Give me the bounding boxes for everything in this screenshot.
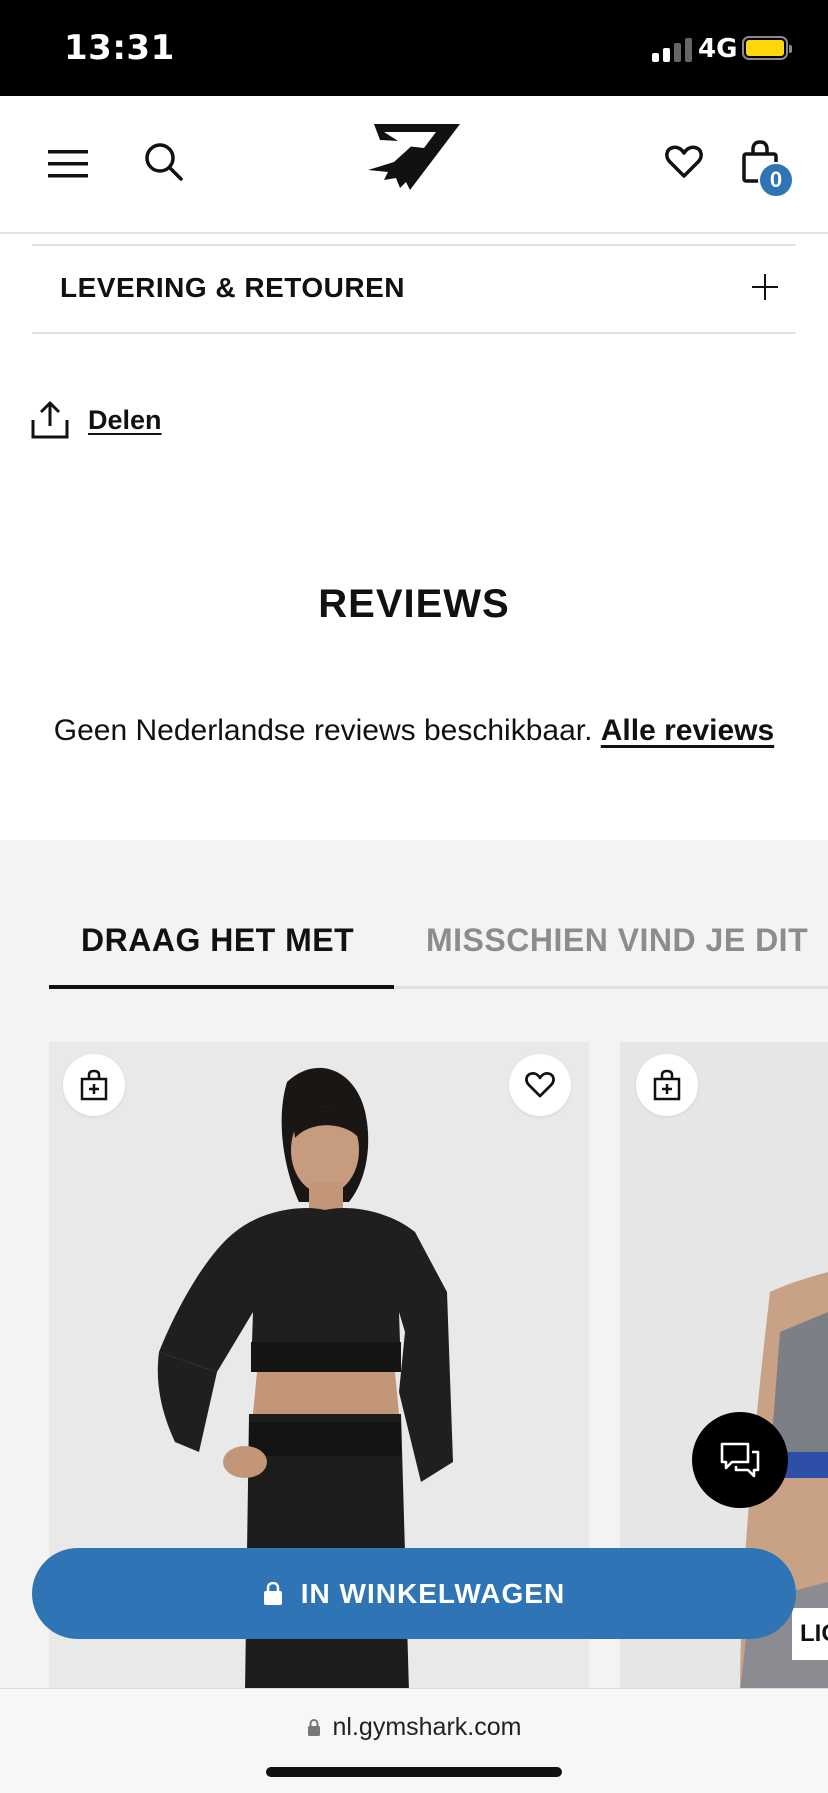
- browser-url-bar[interactable]: nl.gymshark.com: [0, 1688, 828, 1793]
- lock-icon: [263, 1581, 282, 1605]
- accordion-title: LEVERING & RETOUREN: [60, 272, 406, 303]
- search-icon[interactable]: [142, 140, 186, 184]
- reviews-message: Geen Nederlandse reviews beschikbaar. Al…: [0, 714, 828, 748]
- chat-icon: [720, 1442, 760, 1478]
- product-badge-label: LIG: [792, 1608, 828, 1660]
- lock-icon: [307, 1718, 320, 1736]
- gymshark-logo[interactable]: [366, 122, 462, 194]
- wishlist-heart-icon[interactable]: [664, 142, 704, 182]
- add-to-cart-button[interactable]: IN WINKELWAGEN: [32, 1548, 796, 1639]
- reviews-heading: REVIEWS: [318, 582, 510, 626]
- add-to-bag-icon: [653, 1069, 681, 1101]
- all-reviews-link[interactable]: Alle reviews: [601, 714, 774, 747]
- network-type: 4G: [698, 34, 738, 64]
- cart-count-badge: 0: [758, 162, 794, 198]
- add-to-cart-label: IN WINKELWAGEN: [300, 1577, 566, 1609]
- quick-add-button[interactable]: [636, 1054, 698, 1116]
- menu-icon[interactable]: [46, 146, 90, 182]
- add-to-wishlist-button[interactable]: [509, 1054, 571, 1116]
- recommendations-tabs: DRAAG HET MET MISSCHIEN VIND JE DIT: [49, 912, 828, 989]
- share-label: Delen: [88, 404, 162, 435]
- active-tab-indicator: [49, 985, 394, 989]
- share-icon: [31, 401, 69, 439]
- delivery-returns-accordion[interactable]: LEVERING & RETOUREN: [32, 244, 796, 334]
- site-header: [0, 96, 828, 234]
- battery-icon: [742, 36, 792, 60]
- reviews-empty-text: Geen Nederlandse reviews beschikbaar.: [53, 714, 593, 747]
- quick-add-button[interactable]: [63, 1054, 125, 1116]
- tab-you-may-like[interactable]: MISSCHIEN VIND JE DIT: [426, 922, 808, 959]
- chat-button[interactable]: [692, 1412, 788, 1508]
- url-display[interactable]: nl.gymshark.com: [0, 1713, 828, 1742]
- home-indicator[interactable]: [266, 1767, 562, 1777]
- tab-wear-it-with[interactable]: DRAAG HET MET: [81, 922, 354, 959]
- heart-icon: [525, 1072, 555, 1098]
- add-to-bag-icon: [80, 1069, 108, 1101]
- url-text: nl.gymshark.com: [332, 1713, 522, 1741]
- plus-icon: [752, 274, 778, 300]
- status-time: 13:31: [64, 28, 175, 68]
- status-bar: 13:31 4G: [0, 0, 828, 96]
- share-button[interactable]: Delen: [30, 400, 162, 440]
- signal-strength-icon: [652, 36, 692, 62]
